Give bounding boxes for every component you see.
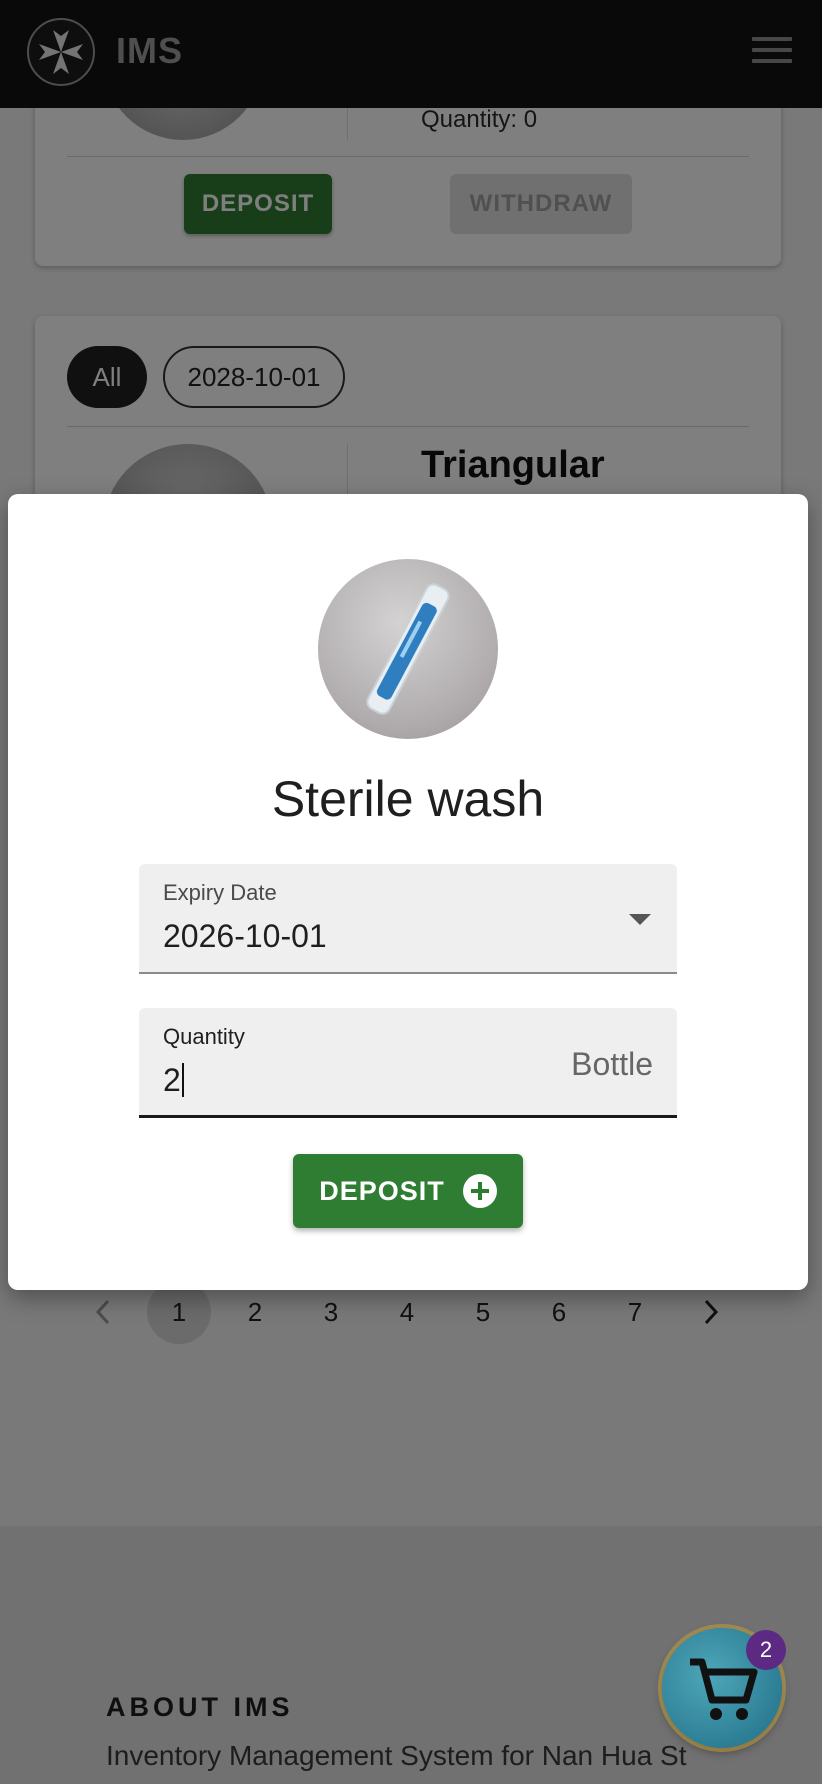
product-name: Sterile wash [271,771,545,827]
cart-count-badge: 2 [746,1630,786,1670]
quantity-input[interactable]: 2 [163,1062,181,1098]
text-cursor [181,1063,184,1097]
product-image [318,559,498,739]
add-circle-icon [462,1174,497,1208]
deposit-button-label: DEPOSIT [319,1175,445,1206]
cart-button[interactable]: 2 [662,1628,786,1748]
expiry-date-label: Expiry Date [163,880,277,905]
cart-icon [690,1658,758,1720]
quantity-unit: Bottle [571,1046,653,1082]
expiry-date-select[interactable]: Expiry Date 2026-10-01 [139,864,677,974]
deposit-submit-button[interactable]: DEPOSIT [293,1154,523,1228]
expiry-date-value: 2026-10-01 [163,918,327,954]
deposit-dialog: Sterile wash Expiry Date 2026-10-01 Quan… [8,494,808,1290]
quantity-label: Quantity [163,1024,245,1049]
quantity-field[interactable]: Quantity 2 Bottle [139,1008,677,1118]
quantity-value-wrapper: 2 [163,1062,184,1099]
dropdown-arrow-icon[interactable] [629,914,651,925]
